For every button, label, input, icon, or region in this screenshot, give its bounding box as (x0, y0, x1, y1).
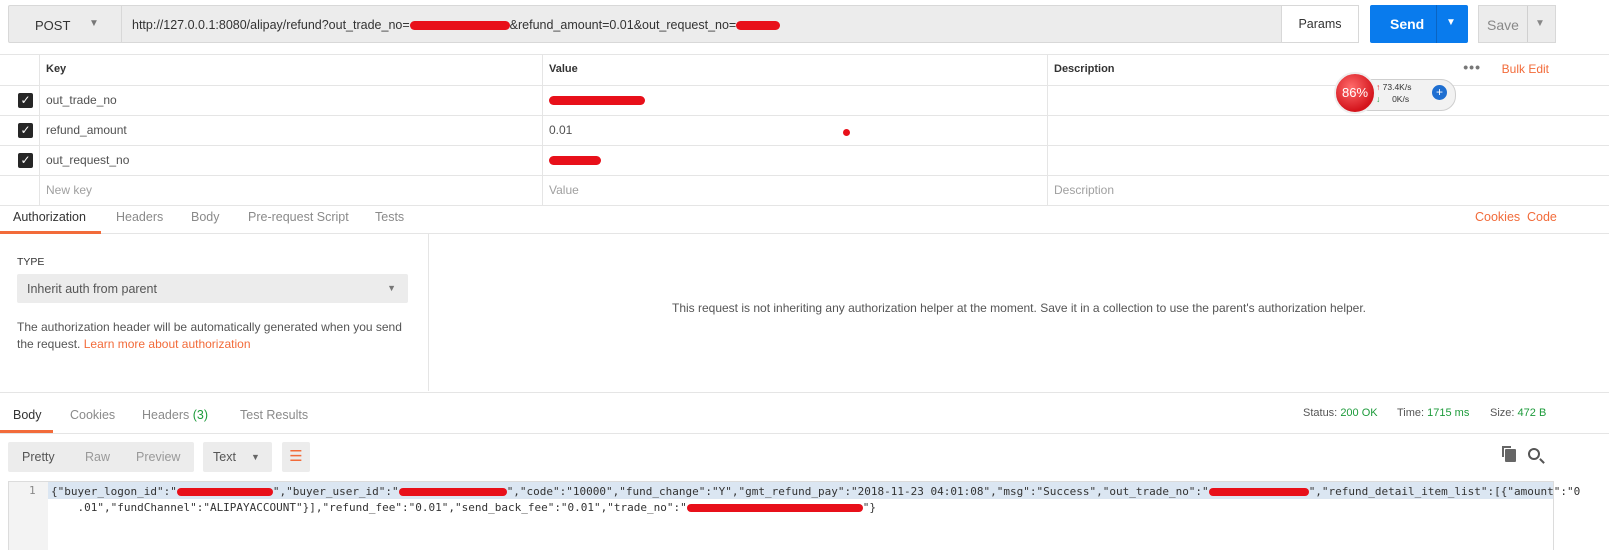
view-mode-toggle: Pretty Raw Preview (8, 442, 194, 472)
tab-response-cookies[interactable]: Cookies (70, 408, 115, 422)
checkbox-checked-icon[interactable]: ✓ (18, 93, 33, 108)
auth-type-label: TYPE (17, 256, 45, 268)
send-button[interactable]: Send ▼ (1370, 5, 1468, 43)
arrow-up-icon: ↑ (1376, 82, 1381, 92)
auth-type-select[interactable]: Inherit auth from parent ▼ (17, 274, 408, 303)
plus-icon[interactable]: + (1432, 85, 1447, 100)
param-description-field[interactable] (1047, 116, 1609, 145)
bulk-edit-link[interactable]: Bulk Edit (1502, 55, 1549, 84)
new-param-row: New key Value Description (0, 176, 1609, 206)
checkbox-checked-icon[interactable]: ✓ (18, 153, 33, 168)
size-info: Size: 472 B (1490, 407, 1547, 419)
preview-button[interactable]: Preview (136, 450, 180, 464)
network-speed-widget[interactable]: 86% ↑ 73.4K/s ↓ 0K/s + (1334, 72, 1456, 116)
tab-authorization[interactable]: Authorization (13, 210, 86, 224)
redaction-mark (549, 156, 601, 166)
param-key-field[interactable]: out_trade_no (39, 86, 542, 115)
divider (1436, 5, 1437, 43)
wrap-lines-icon[interactable]: ☰ (282, 442, 310, 472)
new-description-input[interactable]: Description (1047, 176, 1609, 205)
auth-helper-message: This request is not inheriting any autho… (671, 301, 1367, 315)
tab-tests[interactable]: Tests (375, 210, 404, 224)
auth-description: The authorization header will be automat… (17, 320, 402, 351)
status-value: 200 OK (1340, 407, 1378, 419)
checkbox-checked-icon[interactable]: ✓ (18, 123, 33, 138)
tab-pre-request-script[interactable]: Pre-request Script (248, 210, 349, 224)
cookies-link[interactable]: Cookies (1475, 210, 1520, 224)
url-input[interactable]: http://127.0.0.1:8080/alipay/refund?out_… (121, 5, 1282, 43)
key-column-header: Key (39, 55, 542, 85)
param-description-field[interactable] (1047, 86, 1609, 115)
description-column-header: Description ••• Bulk Edit (1047, 55, 1609, 85)
chevron-down-icon[interactable]: ▼ (1535, 18, 1545, 29)
save-button[interactable]: Save ▼ (1478, 5, 1556, 43)
cpu-usage-badge: 86% (1334, 72, 1376, 114)
param-value-field[interactable] (542, 86, 1047, 115)
more-options-icon[interactable]: ••• (1463, 53, 1481, 82)
value-column-header: Value (542, 55, 1047, 85)
code-link[interactable]: Code (1527, 210, 1557, 224)
upload-speed: 73.4K/s (1382, 82, 1412, 92)
tab-body[interactable]: Body (191, 210, 220, 224)
redaction-mark (686, 504, 863, 512)
params-button[interactable]: Params (1281, 5, 1359, 43)
divider (1527, 6, 1528, 42)
arrow-down-icon: ↓ (1376, 94, 1381, 104)
redaction-mark (736, 21, 781, 31)
redaction-mark (176, 488, 273, 496)
tab-test-results[interactable]: Test Results (240, 408, 308, 422)
download-speed: 0K/s (1392, 94, 1410, 104)
time-info: Time: 1715 ms (1397, 407, 1470, 419)
chevron-down-icon: ▼ (387, 283, 396, 293)
new-value-input[interactable]: Value (542, 176, 1047, 205)
time-value: 1715 ms (1427, 407, 1470, 419)
chevron-down-icon: ▼ (89, 18, 99, 29)
format-select[interactable]: Text ▼ (203, 442, 272, 472)
param-description-field[interactable] (1047, 146, 1609, 175)
table-row: ✓ out_request_no (0, 146, 1609, 176)
method-select[interactable]: POST ▼ (8, 5, 122, 43)
auth-type-value: Inherit auth from parent (27, 282, 157, 296)
learn-more-link[interactable]: Learn more about authorization (84, 337, 251, 351)
chevron-down-icon[interactable]: ▼ (1446, 17, 1456, 28)
pretty-button[interactable]: Pretty (22, 450, 55, 464)
redaction-mark (1208, 488, 1309, 496)
response-json: {"buyer_logon_id":" ","buyer_user_id":" ",… (51, 485, 1581, 514)
status-info: Status: 200 OK (1303, 407, 1378, 419)
response-toolbar: Pretty Raw Preview Text ▼ ☰ (0, 433, 1609, 480)
size-value: 472 B (1517, 407, 1547, 419)
red-dot-mark (843, 129, 850, 136)
request-tabs: Authorization Headers Body Pre-request S… (0, 203, 1609, 234)
line-gutter: 1 (9, 482, 48, 550)
response-tabs: Body Cookies Headers (3) Test Results St… (0, 392, 1609, 434)
tab-response-body[interactable]: Body (13, 408, 42, 422)
save-label: Save (1487, 17, 1519, 33)
param-value-field[interactable]: 0.01 (542, 116, 1047, 145)
raw-button[interactable]: Raw (85, 450, 110, 464)
redaction-mark (549, 96, 645, 106)
method-label: POST (35, 18, 71, 33)
redaction-mark (398, 488, 507, 496)
send-label: Send (1390, 16, 1425, 32)
param-key-field[interactable]: refund_amount (39, 116, 542, 145)
headers-count: (3) (192, 408, 209, 422)
format-value: Text (213, 450, 236, 464)
new-key-input[interactable]: New key (39, 176, 542, 205)
copy-icon[interactable] (1502, 446, 1516, 462)
line-number: 1 (29, 484, 36, 497)
chevron-down-icon: ▼ (251, 452, 260, 462)
tab-headers[interactable]: Headers (116, 210, 163, 224)
request-url-bar: POST ▼ http://127.0.0.1:8080/alipay/refu… (0, 0, 1609, 50)
table-row: ✓ refund_amount 0.01 (0, 116, 1609, 146)
url-text: http://127.0.0.1:8080/alipay/refund?out_… (132, 18, 781, 32)
redaction-mark (409, 21, 510, 31)
param-key-field[interactable]: out_request_no (39, 146, 542, 175)
auth-settings-panel: TYPE Inherit auth from parent ▼ The auth… (0, 234, 429, 391)
tab-response-headers[interactable]: Headers (3) (142, 408, 208, 422)
auth-message-panel: This request is not inheriting any autho… (429, 234, 1609, 391)
search-icon[interactable] (1528, 448, 1540, 460)
param-value-field[interactable] (542, 146, 1047, 175)
response-body-editor[interactable]: 1 {"buyer_logon_id":" ","buyer_user_id":"… (8, 481, 1580, 550)
